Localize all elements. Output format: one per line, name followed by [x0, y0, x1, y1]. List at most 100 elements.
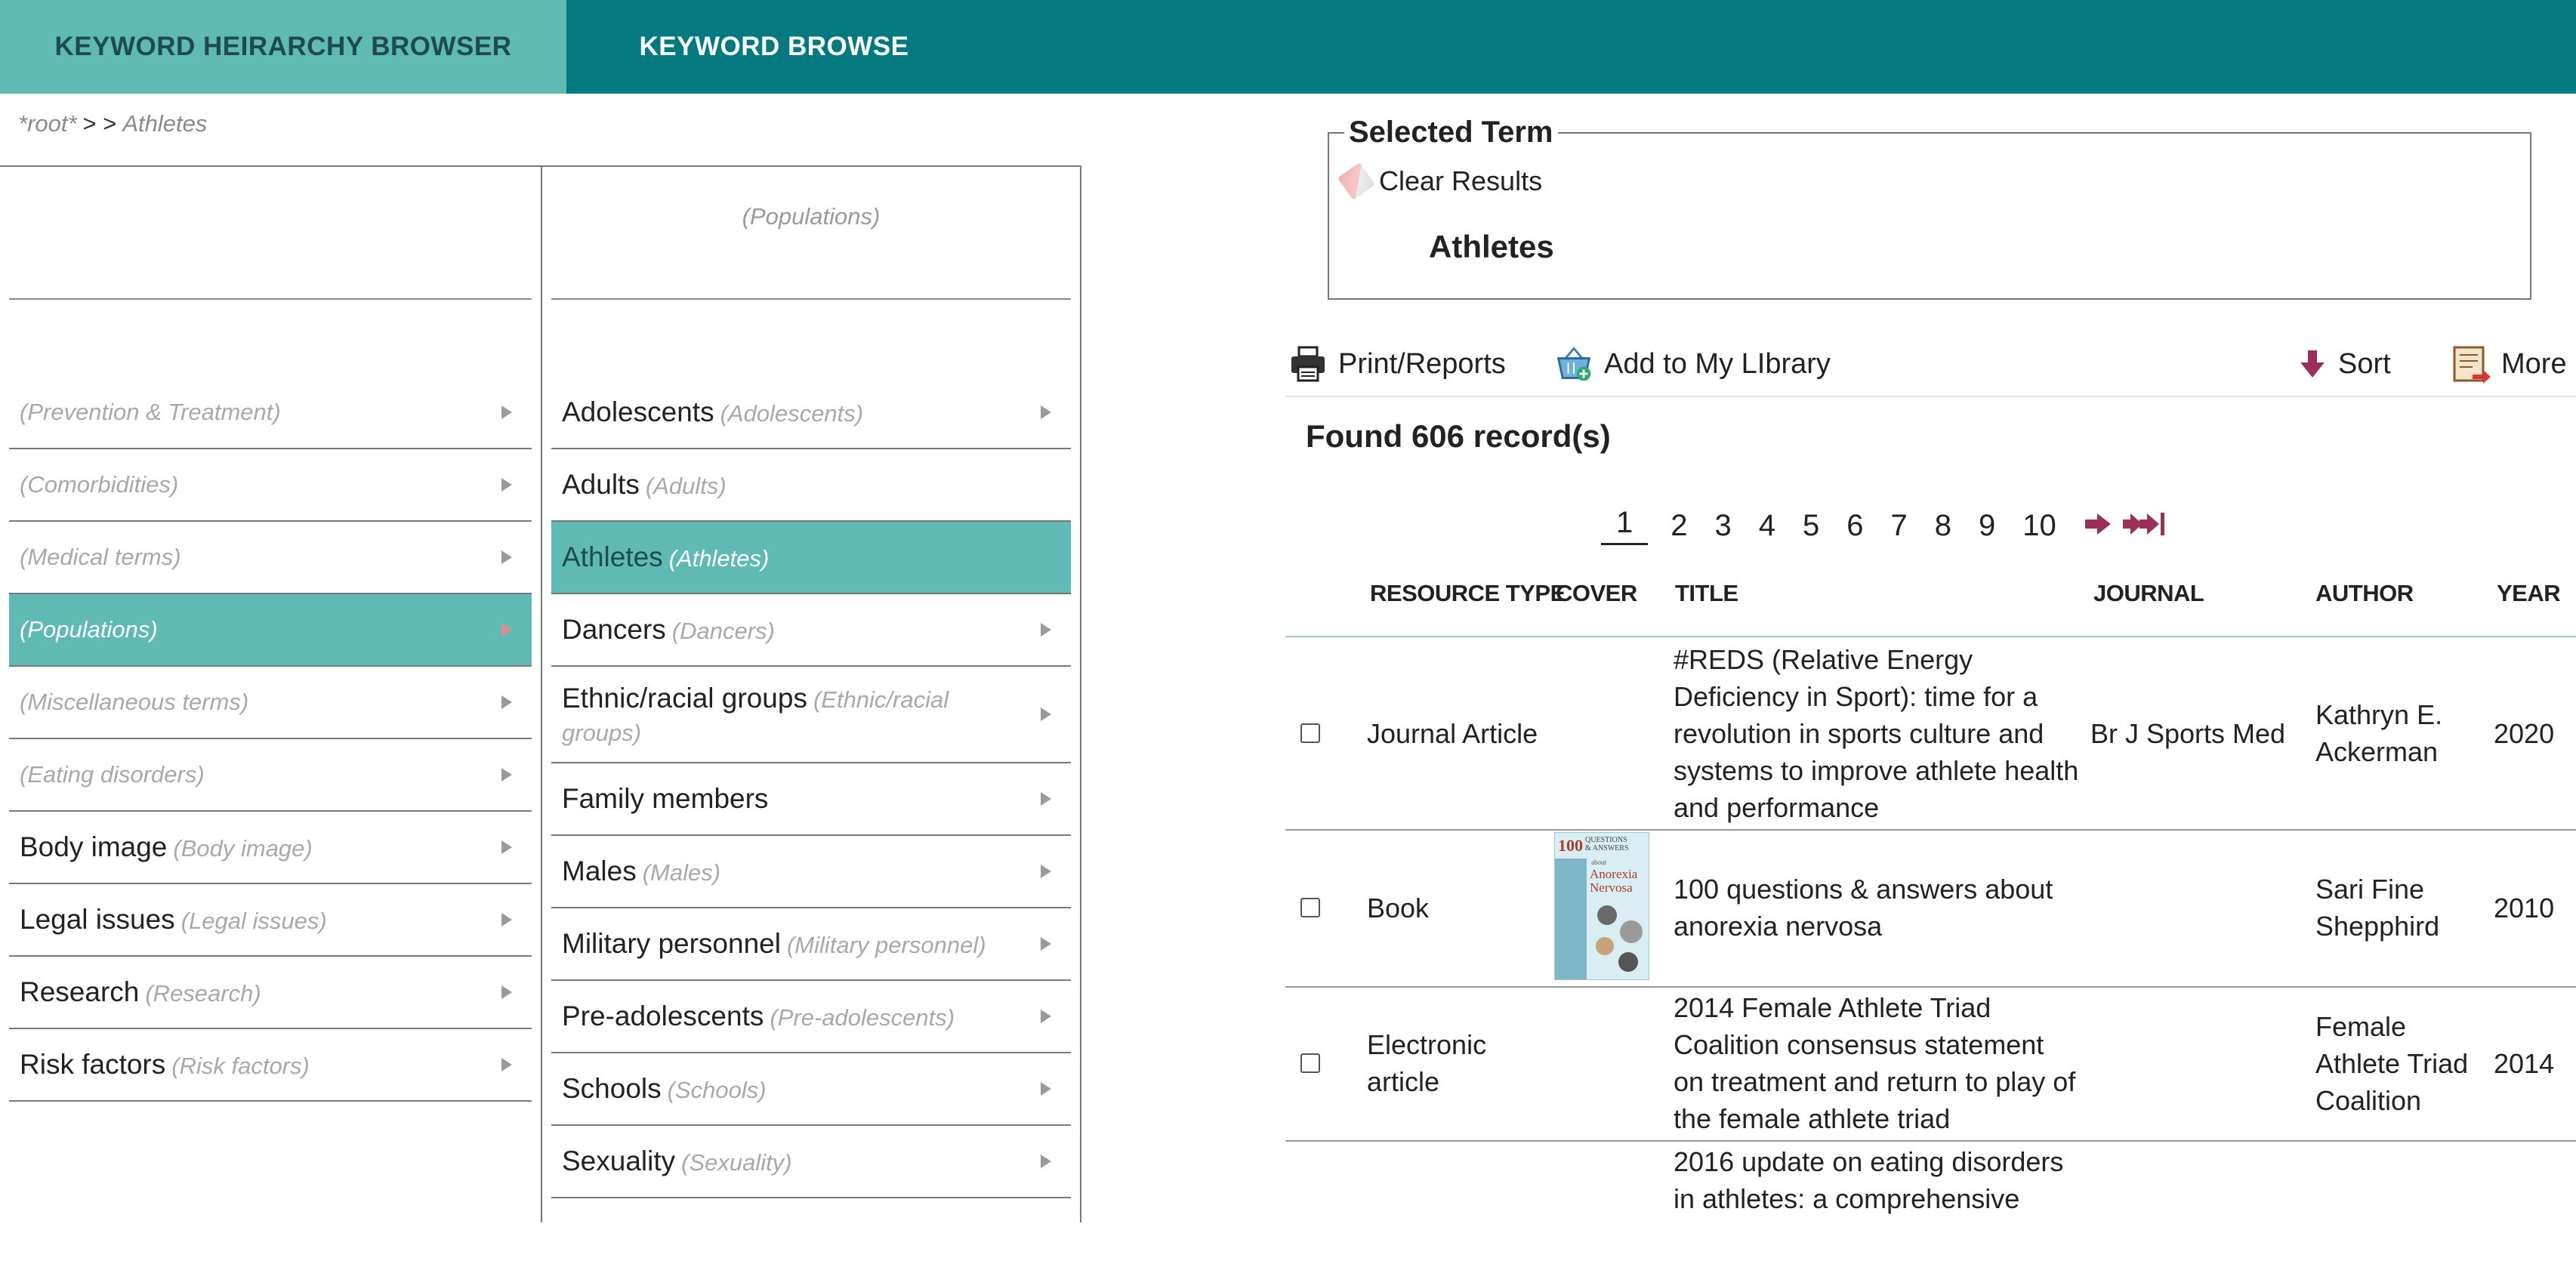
- expand-arrow-icon[interactable]: [1041, 623, 1051, 637]
- page-link[interactable]: 8: [1935, 509, 1951, 543]
- keyword-col1-item-text: Risk factors (Risk factors): [20, 1049, 310, 1081]
- keyword-col2-item[interactable]: Pre-adolescents (Pre-adolescents): [551, 981, 1071, 1053]
- keyword-col2-item[interactable]: Adults (Adults): [551, 449, 1071, 522]
- header-author[interactable]: AUTHOR: [2315, 580, 2414, 607]
- expand-arrow-icon[interactable]: [501, 405, 512, 419]
- keyword-alias: (Comorbidities): [20, 471, 179, 498]
- print-reports-button[interactable]: Print/Reports: [1288, 344, 1506, 384]
- keyword-col2-item-text: Family members: [562, 783, 768, 815]
- expand-arrow-icon[interactable]: [1041, 937, 1051, 951]
- table-row[interactable]: Electronic article 2014 Female Athlete Tr…: [1285, 986, 2576, 1142]
- book-cover-image[interactable]: 100 QUESTIONS & ANSWERS about Anorexia Nervos…: [1554, 832, 1649, 980]
- add-to-library-button[interactable]: Add to My LIbrary: [1554, 344, 1831, 384]
- keyword-col1-item[interactable]: (Miscellaneous terms): [9, 667, 532, 739]
- page-link[interactable]: 2: [1671, 509, 1687, 543]
- keyword-col1-item[interactable]: Body image (Body image): [9, 812, 532, 884]
- page-link[interactable]: 7: [1891, 509, 1908, 543]
- keyword-col1-item[interactable]: (Comorbidities): [9, 449, 532, 522]
- page-link[interactable]: 1: [1601, 506, 1649, 545]
- row-select-checkbox[interactable]: [1300, 723, 1320, 743]
- page-link[interactable]: 9: [1979, 509, 1995, 543]
- expand-arrow-icon[interactable]: [1041, 865, 1051, 878]
- table-row[interactable]: Journal Article #REDS (Relative Energy De…: [1285, 637, 2576, 831]
- keyword-col2-item[interactable]: Adolescents (Adolescents): [551, 377, 1071, 449]
- expand-arrow-icon[interactable]: [1041, 1155, 1051, 1168]
- tab-keyword-browse[interactable]: KEYWORD BROWSE: [566, 0, 982, 94]
- keyword-col1-item[interactable]: (Eating disorders): [9, 739, 532, 812]
- keyword-col2-item[interactable]: Family members: [551, 763, 1071, 836]
- row-select-checkbox[interactable]: [1300, 1053, 1320, 1073]
- header-title[interactable]: TITLE: [1675, 580, 1738, 607]
- clear-results-button[interactable]: Clear Results: [1337, 162, 1542, 201]
- page-link[interactable]: 5: [1803, 509, 1819, 543]
- header-resource-type[interactable]: RESOURCE TYPE: [1370, 580, 1566, 607]
- expand-arrow-icon[interactable]: [501, 768, 512, 782]
- cell-title[interactable]: 2016 update on eating disorders in athle…: [1674, 1143, 2081, 1217]
- keyword-name: Research: [20, 976, 140, 1007]
- page-link[interactable]: 6: [1846, 509, 1863, 543]
- keyword-col1-item[interactable]: (Medical terms): [9, 522, 532, 594]
- expand-arrow-icon[interactable]: [1041, 1010, 1051, 1023]
- header-journal[interactable]: JOURNAL: [2093, 580, 2204, 607]
- cell-title[interactable]: 2014 Female Athlete Triad Coalition cons…: [1674, 989, 2081, 1137]
- cell-title[interactable]: 100 questions & answers about anorexia n…: [1674, 871, 2081, 945]
- keyword-col1-item[interactable]: Research (Research): [9, 957, 532, 1029]
- page-link[interactable]: 10: [2022, 509, 2056, 543]
- cover-line2: & ANSWERS: [1585, 844, 1629, 852]
- keyword-alias: (Prevention & Treatment): [20, 399, 281, 425]
- keyword-col2-item[interactable]: Athletes (Athletes): [551, 522, 1071, 594]
- page-link[interactable]: 4: [1759, 509, 1775, 543]
- keyword-col2-item[interactable]: Dancers (Dancers): [551, 594, 1071, 667]
- tab-keyword-hierarchy-browser[interactable]: KEYWORD HEIRARCHY BROWSER: [0, 0, 566, 94]
- cell-title[interactable]: #REDS (Relative Energy Deficiency in Spo…: [1674, 641, 2081, 826]
- last-page-icon[interactable]: [2121, 510, 2168, 541]
- keyword-alias: (Sexuality): [681, 1149, 792, 1176]
- column-header-divider: [9, 298, 532, 300]
- expand-arrow-icon[interactable]: [501, 985, 512, 999]
- keyword-alias: (Medical terms): [20, 544, 181, 570]
- next-page-icon[interactable]: [2084, 512, 2114, 540]
- cover-about: about: [1591, 859, 1606, 866]
- expand-arrow-icon[interactable]: [501, 913, 512, 926]
- keyword-column-2: (Populations) Adolescents (Adolescents) Ad…: [541, 165, 1081, 1222]
- page-link[interactable]: 3: [1715, 509, 1732, 543]
- keyword-col2-item[interactable]: Sexuality (Sexuality): [551, 1126, 1071, 1198]
- expand-arrow-icon[interactable]: [1041, 708, 1051, 721]
- table-row[interactable]: Book 100 questions & answers about anorex…: [1285, 829, 2576, 988]
- keyword-col2-item[interactable]: Males (Males): [551, 836, 1071, 908]
- expand-arrow-icon[interactable]: [501, 550, 512, 564]
- keyword-col2-item[interactable]: Schools (Schools): [551, 1053, 1071, 1126]
- keyword-col1-item[interactable]: Legal issues (Legal issues): [9, 884, 532, 957]
- add-to-library-label: Add to My LIbrary: [1604, 347, 1831, 380]
- keyword-col2-item-text: Sexuality (Sexuality): [562, 1145, 792, 1177]
- sort-down-arrow-icon: [2297, 344, 2328, 384]
- expand-arrow-icon[interactable]: [1041, 1082, 1051, 1096]
- table-row[interactable]: 2016 update on eating disorders in athle…: [1285, 1140, 2576, 1261]
- keyword-alias: (Populations): [20, 616, 158, 643]
- expand-arrow-icon[interactable]: [1041, 792, 1051, 806]
- expand-arrow-icon[interactable]: [1041, 405, 1051, 419]
- keyword-name: Schools: [562, 1073, 662, 1104]
- header-year[interactable]: YEAR: [2497, 580, 2561, 607]
- keyword-col1-item[interactable]: (Populations): [9, 594, 532, 667]
- expand-arrow-icon[interactable]: [501, 1058, 512, 1071]
- keyword-col1-item-text: (Comorbidities): [20, 471, 178, 498]
- expand-arrow-icon[interactable]: [501, 695, 512, 709]
- expand-arrow-icon[interactable]: [501, 840, 512, 854]
- expand-arrow-icon[interactable]: [501, 478, 512, 492]
- keyword-name: Athletes: [562, 541, 663, 572]
- cell-resource-type: Electronic article: [1367, 1029, 1487, 1097]
- keyword-col2-item[interactable]: Military personnel (Military personnel): [551, 908, 1071, 981]
- keyword-list-1: (Prevention & Treatment) (Comorbidities) (…: [9, 377, 532, 1102]
- keyword-col1-item-text: Legal issues (Legal issues): [20, 904, 327, 936]
- keyword-col1-item[interactable]: Risk factors (Risk factors): [9, 1029, 532, 1102]
- expand-arrow-icon[interactable]: [501, 623, 512, 637]
- row-select-checkbox[interactable]: [1300, 898, 1320, 917]
- keyword-col1-item[interactable]: (Prevention & Treatment): [9, 377, 532, 449]
- sort-button[interactable]: Sort: [2297, 344, 2391, 384]
- keyword-alias: (Miscellaneous terms): [20, 689, 249, 715]
- more-button[interactable]: More: [2451, 344, 2567, 384]
- keyword-col2-item-text: Military personnel (Military personnel): [562, 928, 986, 960]
- breadcrumb-root[interactable]: *root*: [18, 110, 77, 137]
- keyword-col2-item[interactable]: Ethnic/racial groups (Ethnic/racial group…: [551, 667, 1071, 763]
